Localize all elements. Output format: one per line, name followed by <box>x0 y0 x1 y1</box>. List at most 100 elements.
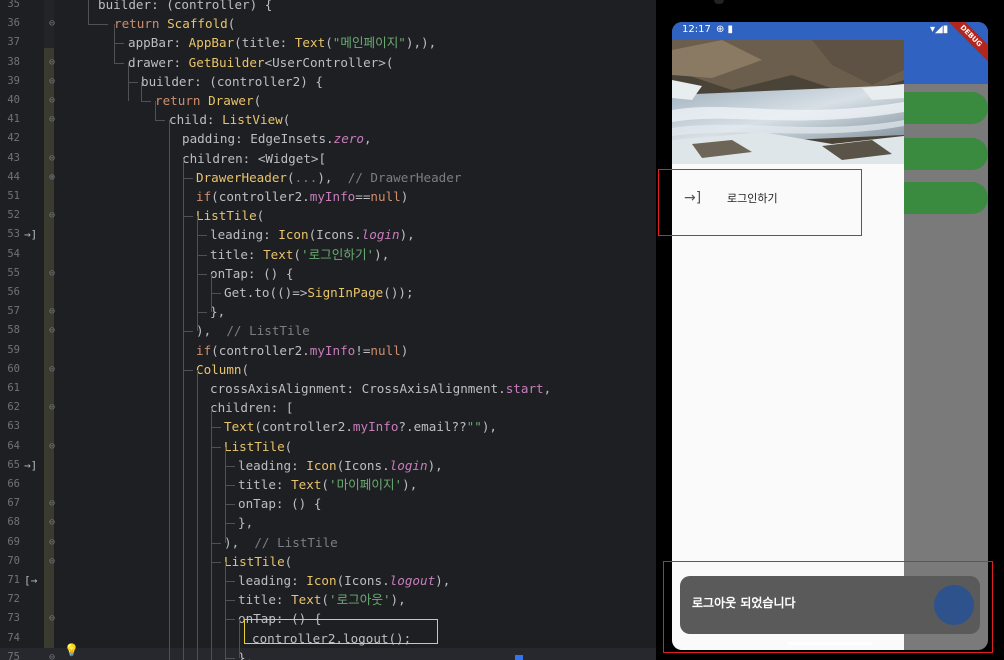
code-line[interactable]: }, <box>238 648 253 660</box>
line-number: 35 <box>7 0 20 10</box>
fold-toggle-icon[interactable]: ⊖ <box>48 552 56 571</box>
green-button[interactable] <box>904 182 988 214</box>
code-line[interactable]: Get.to(()=>SignInPage()); <box>224 283 414 302</box>
line-number: 57 <box>7 305 20 318</box>
code-line[interactable]: }, <box>238 513 253 532</box>
code-line[interactable]: drawer: GetBuilder<UserController>( <box>128 53 393 72</box>
line-number: 39 <box>7 74 20 87</box>
code-line[interactable]: children: <Widget>[ <box>182 149 326 168</box>
indent-guide <box>141 81 142 101</box>
line-number: 75 <box>7 650 20 660</box>
fold-toggle-icon[interactable]: ⊖ <box>48 648 56 660</box>
code-line[interactable]: title: Text('마이페이지'), <box>238 475 417 494</box>
code-line[interactable]: if(controller2.myInfo!=null) <box>196 341 408 360</box>
fold-toggle-icon[interactable]: ⊖ <box>48 398 56 417</box>
fold-toggle-icon[interactable]: ⊖ <box>48 14 56 33</box>
fold-toggle-icon[interactable]: ⊖ <box>48 533 56 552</box>
line-number: 43 <box>7 151 20 164</box>
code-line[interactable]: ), // ListTile <box>224 533 338 552</box>
fold-toggle-icon[interactable]: ⊖ <box>48 360 56 379</box>
line-number: 71 <box>7 574 20 586</box>
indent-guide <box>225 485 235 486</box>
fold-toggle-icon[interactable]: ⊖ <box>48 302 56 321</box>
indent-guide <box>183 369 193 371</box>
line-number: 58 <box>7 324 20 337</box>
code-editor[interactable]: 35 builder: (controller) { 36 ⊖ return Scaff… <box>0 0 656 660</box>
line-number: 72 <box>7 593 20 606</box>
code-line[interactable]: builder: (controller2) { <box>141 72 323 91</box>
fold-toggle-icon[interactable]: ⊖ <box>48 72 56 91</box>
indent-guide <box>211 542 221 544</box>
fold-toggle-icon[interactable]: ⊖ <box>48 321 56 340</box>
line-number: 42 <box>7 132 20 145</box>
code-line[interactable]: return Scaffold( <box>114 14 235 33</box>
code-line[interactable]: leading: Icon(Icons.login), <box>238 456 443 475</box>
indent-guide <box>225 523 235 525</box>
line-number: 69 <box>7 535 20 548</box>
indent-guide <box>225 600 235 602</box>
green-button[interactable] <box>904 138 988 170</box>
phone-screen[interactable]: 12:17 ⊕ ▮ ▾◢▮ DEBUG →] 로그인하기 로그아웃 되었습니다 <box>672 22 988 650</box>
indent-guide <box>141 101 151 102</box>
fold-toggle-icon[interactable]: ⊖ <box>48 53 56 72</box>
code-line[interactable]: ListTile( <box>224 552 292 571</box>
navigation-drawer[interactable]: →] 로그인하기 <box>672 40 904 650</box>
green-button[interactable] <box>904 92 988 124</box>
scroll-marker <box>515 655 523 660</box>
code-line[interactable]: ListTile( <box>196 206 264 225</box>
fold-toggle-icon[interactable]: ⊖ <box>48 609 56 628</box>
code-line[interactable]: }, <box>210 302 225 321</box>
code-line[interactable]: title: Text('로그아웃'), <box>238 590 406 609</box>
code-line[interactable]: leading: Icon(Icons.logout), <box>238 571 450 590</box>
fold-toggle-icon[interactable]: ⊖ <box>48 149 56 168</box>
line-number: 64 <box>7 439 20 452</box>
indent-guide <box>88 24 108 26</box>
indent-guide <box>211 427 221 429</box>
fold-toggle-icon[interactable]: ⊖ <box>48 437 56 456</box>
code-line[interactable]: return Drawer( <box>155 91 261 110</box>
line-number: 65 <box>7 458 20 471</box>
code-line[interactable]: Column( <box>196 360 249 379</box>
code-line[interactable]: onTap: () { <box>210 264 293 283</box>
indent-guide <box>225 561 226 660</box>
lightbulb-icon[interactable]: 💡 <box>64 643 79 657</box>
code-line[interactable]: builder: (controller) { <box>98 0 272 14</box>
code-line[interactable]: leading: Icon(Icons.login), <box>210 225 415 244</box>
indent-guide <box>225 465 235 467</box>
indent-guide <box>211 293 221 294</box>
code-line[interactable]: child: ListView( <box>169 110 290 129</box>
indent-guide <box>128 81 138 83</box>
fold-toggle-icon[interactable]: ⊖ <box>48 110 56 129</box>
code-line[interactable]: padding: EdgeInsets.zero, <box>182 129 372 148</box>
fold-toggle-icon[interactable]: ⊖ <box>48 513 56 532</box>
line-number: 41 <box>7 113 20 126</box>
drawer-header-image <box>672 40 904 164</box>
indent-guide <box>197 369 198 660</box>
code-line[interactable]: ListTile( <box>224 437 292 456</box>
code-line[interactable]: children: [ <box>210 398 293 417</box>
code-line[interactable]: Text(controller2.myInfo?.email??""), <box>224 417 497 436</box>
fold-toggle-icon[interactable]: ⊖ <box>48 206 56 225</box>
fold-toggle-icon[interactable]: ⊖ <box>48 91 56 110</box>
code-line[interactable]: if(controller2.myInfo==null) <box>196 187 408 206</box>
indent-guide <box>183 177 193 179</box>
code-line[interactable]: onTap: () { <box>238 494 321 513</box>
fold-toggle-icon[interactable]: ⊖ <box>48 264 56 283</box>
indent-guide <box>155 120 165 122</box>
code-line[interactable]: crossAxisAlignment: CrossAxisAlignment.s… <box>210 379 551 398</box>
indent-guide <box>183 216 193 218</box>
code-line[interactable]: appBar: AppBar(title: Text("메인페이지"),), <box>128 33 436 52</box>
gutter-icon-preview: [→ <box>24 574 38 587</box>
current-line-highlight <box>0 647 656 660</box>
fold-toggle-icon[interactable]: ⊖ <box>48 494 56 513</box>
line-number: 53 <box>7 228 20 241</box>
line-number: 61 <box>7 382 20 394</box>
fold-toggle-icon[interactable]: ⊕ <box>48 168 56 187</box>
code-line[interactable]: title: Text('로그인하기'), <box>210 245 389 264</box>
indent-guide <box>114 62 124 64</box>
line-number: 36 <box>7 17 20 30</box>
indent-guide <box>88 0 89 25</box>
code-line[interactable]: DrawerHeader(...), // DrawerHeader <box>196 168 461 187</box>
indent-guide <box>197 273 207 275</box>
code-line[interactable]: ), // ListTile <box>196 321 310 340</box>
